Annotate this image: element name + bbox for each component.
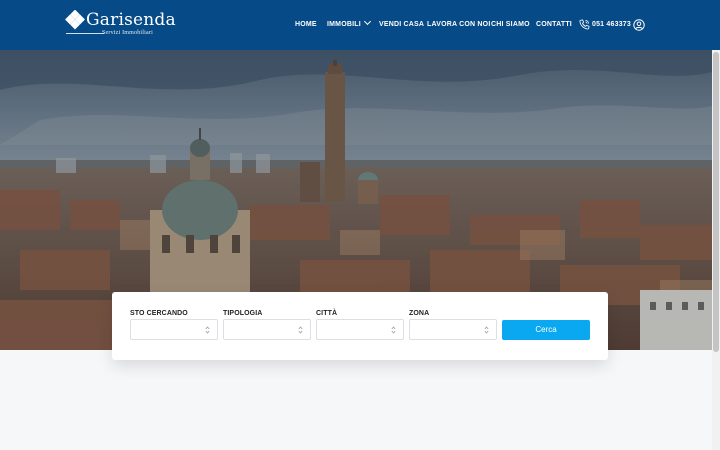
sort-arrows-icon xyxy=(484,326,489,334)
scrollbar-thumb[interactable] xyxy=(713,52,719,352)
diamond-logo-icon xyxy=(65,10,85,30)
sort-arrows-icon xyxy=(205,326,210,334)
logo-divider xyxy=(66,33,104,34)
nav-immobili-label: IMMOBILI xyxy=(327,21,361,28)
search-button[interactable]: Cerca xyxy=(502,320,590,340)
nav-home[interactable]: HOME xyxy=(295,20,317,30)
sort-arrows-icon xyxy=(298,326,303,334)
field-label-zona: ZONA xyxy=(409,310,430,317)
field-label-citta: CITTÀ xyxy=(316,310,338,317)
select-citta[interactable] xyxy=(316,319,404,340)
nav-vendi-casa[interactable]: VENDI CASA xyxy=(379,20,424,30)
nav-phone-number[interactable]: 051 463373 xyxy=(592,20,631,30)
property-search-panel: STO CERCANDO TIPOLOGIA CITTÀ ZONA Cerca xyxy=(112,292,608,360)
brand-tagline: Servizi Immobiliari xyxy=(102,30,153,36)
site-header: Garisenda Servizi Immobiliari HOME IMMOB… xyxy=(0,0,720,50)
nav-lavora-con-noi[interactable]: LAVORA CON NOI xyxy=(427,20,490,30)
nav-immobili[interactable]: IMMOBILI xyxy=(327,17,371,30)
nav-chi-siamo[interactable]: CHI SIAMO xyxy=(491,20,530,30)
brand-name: Garisenda xyxy=(86,10,176,30)
select-tipologia[interactable] xyxy=(223,319,311,340)
logo[interactable]: Garisenda Servizi Immobiliari xyxy=(64,9,176,39)
field-label-tipologia: TIPOLOGIA xyxy=(223,310,263,317)
select-zona[interactable] xyxy=(409,319,497,340)
select-sto-cercando[interactable] xyxy=(130,319,218,340)
phone-icon xyxy=(579,19,590,30)
nav-contatti[interactable]: CONTATTI xyxy=(536,20,572,30)
user-circle-icon[interactable] xyxy=(633,19,645,31)
page: Garisenda Servizi Immobiliari HOME IMMOB… xyxy=(0,0,720,450)
field-label-sto-cercando: STO CERCANDO xyxy=(130,310,188,317)
chevron-down-icon xyxy=(363,17,371,26)
sort-arrows-icon xyxy=(391,326,396,334)
